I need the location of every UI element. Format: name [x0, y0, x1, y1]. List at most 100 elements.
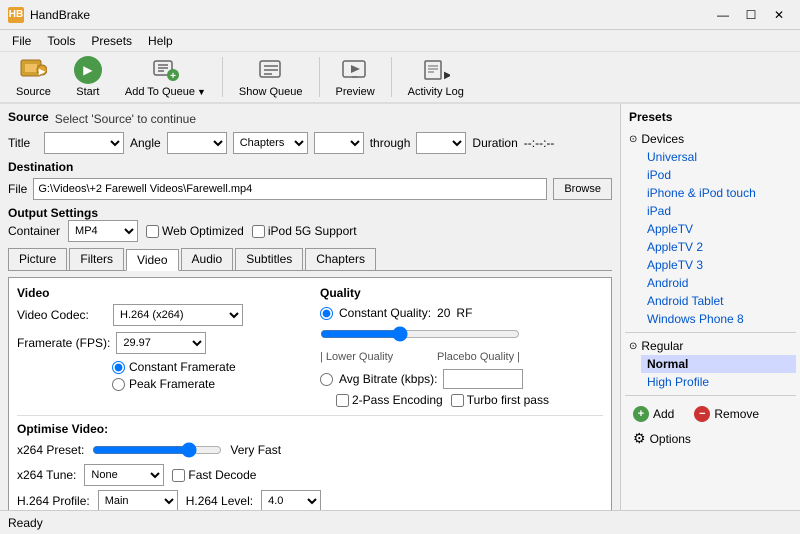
- menu-presets[interactable]: Presets: [83, 32, 140, 50]
- source-icon: ▶: [19, 56, 47, 84]
- preview-label: Preview: [336, 86, 375, 98]
- angle-select[interactable]: [167, 132, 227, 154]
- peak-framerate-label[interactable]: Peak Framerate: [112, 377, 300, 391]
- title-bar-title: HandBrake: [30, 8, 90, 22]
- web-optimized-checkbox[interactable]: [146, 225, 159, 238]
- tab-filters[interactable]: Filters: [69, 248, 124, 270]
- framerate-row: Framerate (FPS): 29.97: [17, 332, 300, 354]
- constant-framerate-label[interactable]: Constant Framerate: [112, 360, 300, 374]
- preset-divider: [625, 332, 796, 333]
- constant-framerate-radio[interactable]: [112, 361, 125, 374]
- preset-android-tablet[interactable]: Android Tablet: [641, 292, 796, 310]
- preview-icon: [341, 56, 369, 84]
- turbo-label[interactable]: Turbo first pass: [451, 393, 549, 407]
- preset-group-regular-header[interactable]: ⊙ Regular: [625, 337, 796, 355]
- constant-quality-radio[interactable]: [320, 307, 333, 320]
- chapter-from-select[interactable]: [314, 132, 364, 154]
- turbo-checkbox[interactable]: [451, 394, 464, 407]
- two-pass-row: 2-Pass Encoding Turbo first pass: [320, 393, 603, 407]
- fast-decode-checkbox[interactable]: [172, 469, 185, 482]
- framerate-mode-group: Constant Framerate Peak Framerate: [17, 360, 300, 391]
- preset-normal[interactable]: Normal: [641, 355, 796, 373]
- browse-button[interactable]: Browse: [553, 178, 612, 200]
- title-bar: HB HandBrake — ☐ ✕: [0, 0, 800, 30]
- content-tabs: Picture Filters Video Audio Subtitles Ch…: [8, 248, 612, 271]
- x264-preset-slider[interactable]: [92, 440, 222, 460]
- start-button[interactable]: ▶ Start: [63, 52, 113, 102]
- preset-high-profile[interactable]: High Profile: [641, 373, 796, 391]
- peak-framerate-radio[interactable]: [112, 378, 125, 391]
- preset-group-devices-header[interactable]: ⊙ Devices: [625, 130, 796, 148]
- svg-text:▶: ▶: [444, 70, 450, 81]
- codec-select[interactable]: H.264 (x264): [113, 304, 243, 326]
- title-select[interactable]: [44, 132, 124, 154]
- h264-profile-select[interactable]: Main: [98, 490, 178, 510]
- avg-bitrate-radio-label[interactable]: [320, 373, 333, 386]
- video-quality-row: Video Video Codec: H.264 (x264) Framerat…: [17, 286, 603, 407]
- preset-ipod[interactable]: iPod: [641, 166, 796, 184]
- preview-button[interactable]: Preview: [328, 52, 383, 102]
- tab-subtitles[interactable]: Subtitles: [235, 248, 303, 270]
- output-settings-section: Output Settings Container MP4 Web Optimi…: [8, 206, 612, 242]
- codec-label: Video Codec:: [17, 308, 107, 322]
- preset-android[interactable]: Android: [641, 274, 796, 292]
- x264-tune-select[interactable]: None: [84, 464, 164, 486]
- preset-ipad[interactable]: iPad: [641, 202, 796, 220]
- tab-audio[interactable]: Audio: [181, 248, 234, 270]
- ipod-support-checkbox[interactable]: [252, 225, 265, 238]
- source-hint: Select 'Source' to continue: [55, 112, 196, 126]
- quality-slider-container: [320, 324, 603, 347]
- source-label: Source: [8, 110, 49, 124]
- avg-bitrate-input[interactable]: [443, 369, 523, 389]
- preset-appletv[interactable]: AppleTV: [641, 220, 796, 238]
- fast-decode-label[interactable]: Fast Decode: [172, 468, 256, 482]
- web-optimized-label[interactable]: Web Optimized: [146, 224, 244, 238]
- container-select[interactable]: MP4: [68, 220, 138, 242]
- presets-panel: Presets ⊙ Devices Universal iPod iPhone …: [620, 104, 800, 510]
- remove-preset-button[interactable]: − Remove: [686, 404, 767, 424]
- showqueue-icon: [257, 56, 285, 84]
- menu-help[interactable]: Help: [140, 32, 181, 50]
- tab-chapters[interactable]: Chapters: [305, 248, 376, 270]
- video-section-label: Video: [17, 286, 300, 300]
- quality-value: 20: [437, 306, 450, 320]
- menu-file[interactable]: File: [4, 32, 39, 50]
- options-preset-button[interactable]: ⚙ Options: [625, 428, 699, 449]
- two-pass-label[interactable]: 2-Pass Encoding: [336, 393, 443, 407]
- minimize-button[interactable]: —: [710, 4, 736, 26]
- ipod-support-label[interactable]: iPod 5G Support: [252, 224, 357, 238]
- constant-quality-label: Constant Quality:: [339, 306, 431, 320]
- preset-windows-phone[interactable]: Windows Phone 8: [641, 310, 796, 328]
- devices-preset-items: Universal iPod iPhone & iPod touch iPad …: [625, 148, 796, 328]
- preset-universal[interactable]: Universal: [641, 148, 796, 166]
- two-pass-checkbox[interactable]: [336, 394, 349, 407]
- close-button[interactable]: ✕: [766, 4, 792, 26]
- add-preset-button[interactable]: + Add: [625, 404, 682, 424]
- h264-level-select[interactable]: 4.0: [261, 490, 321, 510]
- main-content: Source Select 'Source' to continue Title…: [0, 104, 800, 510]
- showqueue-button[interactable]: Show Queue: [231, 52, 311, 102]
- tab-picture[interactable]: Picture: [8, 248, 67, 270]
- output-settings-label: Output Settings: [8, 206, 98, 220]
- regular-group-label: Regular: [641, 339, 683, 353]
- activity-button[interactable]: ▶ Activity Log: [400, 52, 472, 102]
- preset-appletv3[interactable]: AppleTV 3: [641, 256, 796, 274]
- tab-video[interactable]: Video: [126, 249, 178, 271]
- chapter-to-select[interactable]: [416, 132, 466, 154]
- dest-file-input[interactable]: [33, 178, 547, 200]
- framerate-label: Framerate (FPS):: [17, 336, 110, 350]
- avg-bitrate-radio[interactable]: [320, 373, 333, 386]
- constant-quality-radio-label[interactable]: [320, 307, 333, 320]
- chapters-select[interactable]: Chapters: [233, 132, 308, 154]
- source-button[interactable]: ▶ Source: [8, 52, 59, 102]
- maximize-button[interactable]: ☐: [738, 4, 764, 26]
- title-bar-left: HB HandBrake: [8, 7, 90, 23]
- menu-tools[interactable]: Tools: [39, 32, 83, 50]
- quality-hints: | Lower Quality Placebo Quality |: [320, 351, 520, 363]
- preset-iphone-ipod[interactable]: iPhone & iPod touch: [641, 184, 796, 202]
- placebo-quality-hint: Placebo Quality |: [437, 351, 520, 363]
- framerate-select[interactable]: 29.97: [116, 332, 206, 354]
- addqueue-button[interactable]: + Add To Queue ▼: [117, 52, 214, 102]
- quality-slider[interactable]: [320, 324, 520, 344]
- preset-appletv2[interactable]: AppleTV 2: [641, 238, 796, 256]
